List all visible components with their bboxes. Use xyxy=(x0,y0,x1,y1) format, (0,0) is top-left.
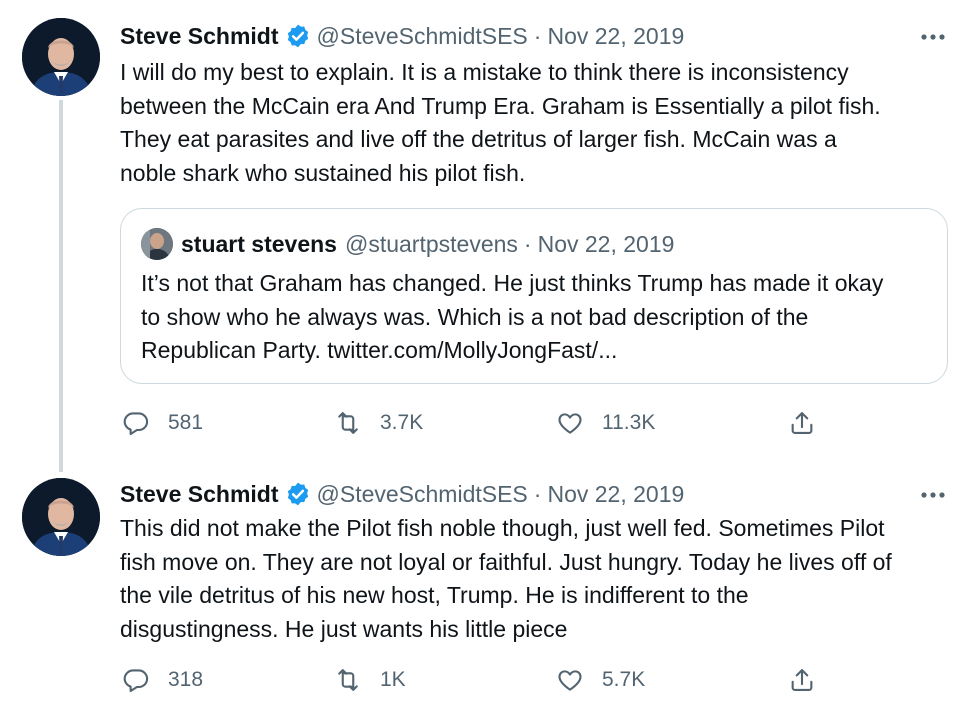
share-icon xyxy=(788,666,816,694)
reply-count: 318 xyxy=(168,668,204,691)
quote-text: It’s not that Graham has changed. He jus… xyxy=(141,270,884,363)
reply-count: 581 xyxy=(168,411,204,434)
reply-icon xyxy=(122,409,150,437)
quote-avatar xyxy=(141,228,173,260)
like-count: 11.3K xyxy=(602,411,656,434)
tweet-header: Steve Schmidt @SteveSchmidtSES · Nov 22,… xyxy=(120,477,684,511)
tweet-header: Steve Schmidt @SteveSchmidtSES · Nov 22,… xyxy=(120,19,684,53)
tweet-actions: 581 3.7K 11.3K xyxy=(120,405,840,441)
quote-date[interactable]: Nov 22, 2019 xyxy=(538,231,675,258)
quoted-tweet[interactable]: stuart stevens @stuartpstevens · Nov 22,… xyxy=(120,208,948,384)
separator-dot: · xyxy=(523,230,532,257)
retweet-count: 1K xyxy=(380,668,406,691)
verified-badge-icon xyxy=(285,481,311,507)
like-button[interactable]: 11.3K xyxy=(556,405,655,441)
verified-badge-icon xyxy=(285,23,311,49)
avatar[interactable] xyxy=(22,18,100,96)
retweet-button[interactable]: 3.7K xyxy=(334,405,423,441)
retweet-count: 3.7K xyxy=(380,411,424,434)
separator-dot: · xyxy=(533,480,542,507)
reply-button[interactable]: 581 xyxy=(122,405,203,441)
quote-author-name[interactable]: stuart stevens xyxy=(181,231,337,258)
tweet-actions: 318 1K 5.7K xyxy=(120,662,840,698)
retweet-icon xyxy=(334,666,362,694)
share-icon xyxy=(788,409,816,437)
share-button[interactable] xyxy=(788,662,816,698)
reply-icon xyxy=(122,666,150,694)
quote-author-handle[interactable]: @stuartpstevens xyxy=(345,231,518,258)
share-button[interactable] xyxy=(788,405,816,441)
retweet-button[interactable]: 1K xyxy=(334,662,406,698)
author-name[interactable]: Steve Schmidt xyxy=(120,481,279,508)
tweet-date[interactable]: Nov 22, 2019 xyxy=(547,481,684,508)
author-handle[interactable]: @SteveSchmidtSES xyxy=(317,481,528,508)
thread-line xyxy=(59,100,63,472)
author-handle[interactable]: @SteveSchmidtSES xyxy=(317,23,528,50)
author-name[interactable]: Steve Schmidt xyxy=(120,23,279,50)
like-count: 5.7K xyxy=(602,668,646,691)
tweet-text: I will do my best to explain. It is a mi… xyxy=(120,59,881,186)
separator-dot: · xyxy=(533,22,542,49)
retweet-icon xyxy=(334,409,362,437)
tweet[interactable]: Steve Schmidt @SteveSchmidtSES · Nov 22,… xyxy=(0,470,980,718)
heart-icon xyxy=(556,666,584,694)
tweet[interactable]: Steve Schmidt @SteveSchmidtSES · Nov 22,… xyxy=(0,0,980,472)
more-options-icon[interactable] xyxy=(918,22,948,52)
heart-icon xyxy=(556,409,584,437)
like-button[interactable]: 5.7K xyxy=(556,662,645,698)
more-options-icon[interactable] xyxy=(918,480,948,510)
avatar[interactable] xyxy=(22,478,100,556)
tweet-text: This did not make the Pilot fish noble t… xyxy=(120,515,892,642)
tweet-date[interactable]: Nov 22, 2019 xyxy=(547,23,684,50)
reply-button[interactable]: 318 xyxy=(122,662,203,698)
quote-header: stuart stevens @stuartpstevens · Nov 22,… xyxy=(141,227,674,261)
